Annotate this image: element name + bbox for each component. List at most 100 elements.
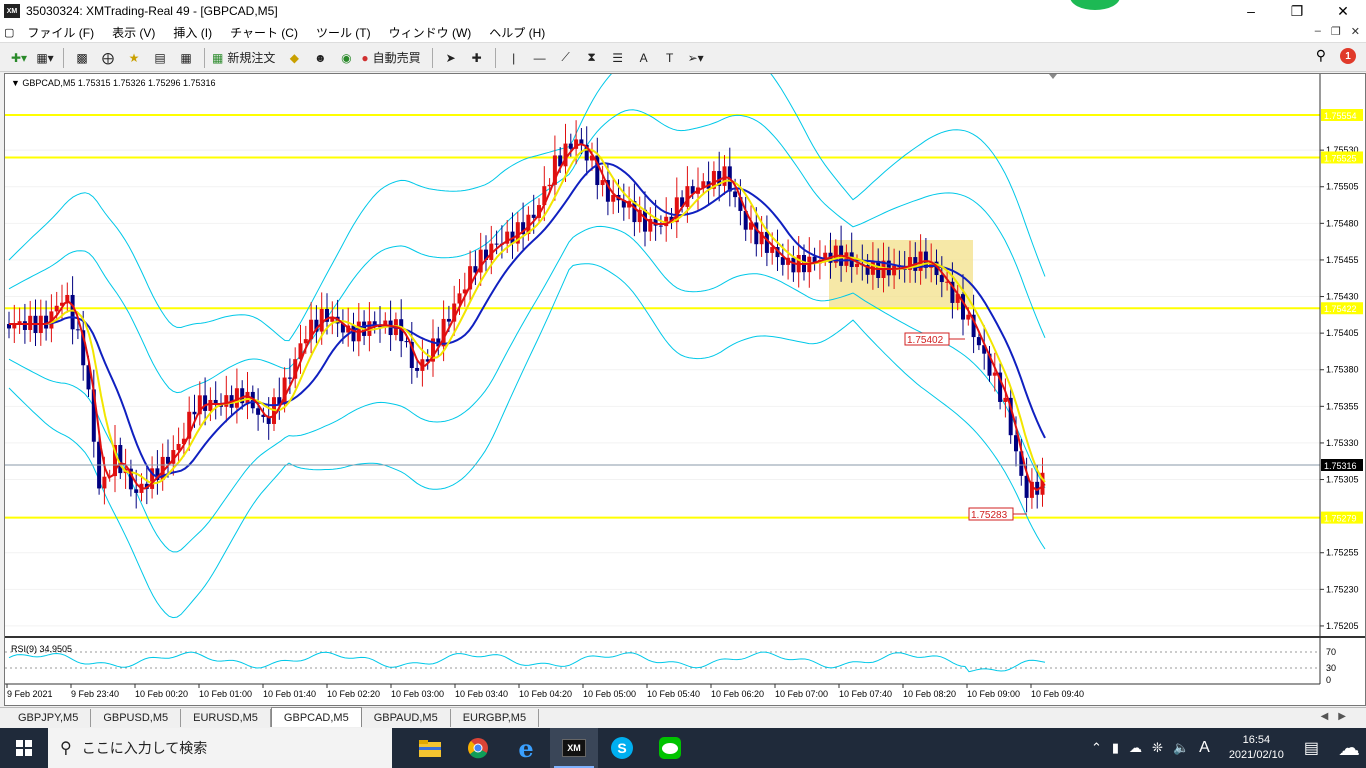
hline-tag-text: 1.75279	[1324, 514, 1357, 524]
text-label-icon[interactable]: T	[659, 47, 681, 69]
time-tick-label: 10 Feb 05:40	[647, 689, 700, 699]
taskbar-skype[interactable]: S	[598, 728, 646, 768]
folder-icon	[419, 740, 441, 757]
tab-gbpjpy[interactable]: GBPJPY,M5	[6, 709, 92, 727]
data-window-icon[interactable]: ⨁	[97, 47, 119, 69]
trendline-icon[interactable]: ⟋	[555, 47, 577, 69]
menu-file[interactable]: ファイル (F)	[18, 24, 103, 41]
chevron-up-icon[interactable]: ⌃	[1091, 740, 1102, 756]
menu-tools[interactable]: ツール (T)	[307, 24, 380, 41]
minimize-button[interactable]: –	[1228, 0, 1274, 22]
profiles-icon[interactable]: ▦▾	[34, 47, 56, 69]
weather-cloud-icon[interactable]: ☁	[1338, 735, 1360, 761]
price-tick-label: 1.75255	[1326, 548, 1359, 558]
close-button[interactable]: ✕	[1320, 0, 1366, 22]
menu-help[interactable]: ヘルプ (H)	[480, 24, 554, 41]
menu-window[interactable]: ウィンドウ (W)	[380, 24, 481, 41]
market-watch-icon[interactable]: ▩	[71, 47, 93, 69]
tab-scroll-right-icon[interactable]: ▶	[1338, 711, 1356, 722]
start-button[interactable]	[0, 728, 48, 768]
mdi-close-button[interactable]: ✕	[1351, 25, 1360, 38]
chart-shift-marker[interactable]	[1049, 74, 1057, 79]
candle-body	[791, 257, 796, 273]
clock-date: 2021/02/10	[1228, 749, 1284, 761]
xm-icon: XM	[562, 739, 586, 757]
taskbar-search[interactable]: ⚲ ここに入力して検索	[48, 728, 392, 768]
price-chart[interactable]: 1.75402 1.75283 1.755301.755051.754801.7…	[5, 74, 1365, 705]
battery-icon[interactable]: ▮	[1112, 740, 1119, 756]
experts-icon[interactable]: ☻	[309, 47, 331, 69]
chart-window[interactable]: ▼ GBPCAD,M5 1.75315 1.75326 1.75296 1.75…	[4, 73, 1366, 706]
symbol-info: ▼ GBPCAD,M5 1.75315 1.75326 1.75296 1.75…	[11, 78, 216, 88]
rsi-indicator	[5, 651, 1320, 673]
candle-body	[176, 443, 181, 451]
new-chart-icon[interactable]: ✚▾	[8, 47, 30, 69]
price-tick-label: 1.75230	[1326, 584, 1359, 594]
wifi-icon[interactable]: ❊	[1152, 740, 1163, 756]
candle-body	[22, 321, 27, 330]
metaeditor-icon[interactable]: ◆	[283, 47, 305, 69]
cursor-icon[interactable]: ➤	[440, 47, 462, 69]
price-tick-label: 1.75330	[1326, 438, 1359, 448]
horizontal-line-icon[interactable]: —	[529, 47, 551, 69]
taskbar-edge[interactable]: e	[502, 728, 550, 768]
navigator-icon[interactable]: ★	[123, 47, 145, 69]
toolbar-divider	[63, 47, 64, 68]
hline-tag-text: 1.75554	[1324, 111, 1357, 121]
vertical-line-icon[interactable]: |	[503, 47, 525, 69]
candle-body	[224, 395, 229, 407]
tester-icon[interactable]: ▦	[175, 47, 197, 69]
ime-indicator[interactable]: A	[1199, 739, 1210, 757]
title-bar: XM 35030324: XMTrading-Real 49 - [GBPCAD…	[0, 0, 1366, 22]
text-tool-icon[interactable]: A	[633, 47, 655, 69]
taskbar-mt4[interactable]: XM	[550, 728, 598, 768]
auto-trading-button[interactable]: ● 自動売買	[361, 47, 424, 69]
menu-chart[interactable]: チャート (C)	[221, 24, 307, 41]
candle-body	[54, 305, 59, 312]
menu-view[interactable]: 表示 (V)	[103, 24, 164, 41]
clock-time: 16:54	[1242, 734, 1271, 746]
signals-icon[interactable]: ◉	[335, 47, 357, 69]
taskbar-line[interactable]	[646, 728, 694, 768]
notification-center-icon[interactable]: ▤	[1304, 738, 1319, 758]
clock[interactable]: 16:54 2021/02/10	[1229, 733, 1284, 763]
arrows-icon[interactable]: ➢▾	[685, 47, 707, 69]
new-order-button[interactable]: ▦ 新規注文	[212, 47, 279, 69]
rsi-axis: 70 30 0	[1326, 647, 1336, 685]
notification-badge[interactable]: 1	[1340, 48, 1356, 64]
price-tick-label: 1.75455	[1326, 255, 1359, 265]
tab-gbpcad[interactable]: GBPCAD,M5	[270, 707, 362, 727]
tab-eurgbp[interactable]: EURGBP,M5	[451, 709, 540, 727]
taskbar-file-explorer[interactable]	[406, 728, 454, 768]
tab-gbpusd[interactable]: GBPUSD,M5	[91, 709, 182, 727]
candle-body	[844, 252, 849, 266]
onedrive-icon[interactable]: ☁	[1129, 740, 1142, 756]
volume-icon[interactable]: 🔈	[1173, 740, 1189, 756]
time-tick-label: 10 Feb 01:00	[199, 689, 252, 699]
menu-bar: ▢ ファイル (F) 表示 (V) 挿入 (I) チャート (C) ツール (T…	[0, 22, 1366, 43]
doc-icon[interactable]: ▢	[0, 26, 18, 39]
tab-scroll-left-icon[interactable]: ◀	[1321, 711, 1339, 722]
current-price-text: 1.75316	[1324, 461, 1357, 471]
candle-body	[118, 445, 123, 474]
terminal-icon[interactable]: ▤	[149, 47, 171, 69]
candle-body	[415, 367, 420, 371]
rsi-info: RSI(9) 34.9505	[11, 644, 73, 654]
tab-eurusd[interactable]: EURUSD,M5	[181, 709, 271, 727]
tab-gbpaud[interactable]: GBPAUD,M5	[362, 709, 451, 727]
channel-icon[interactable]: ⧗	[581, 47, 603, 69]
candle-body	[855, 263, 859, 267]
taskbar-chrome[interactable]	[454, 728, 502, 768]
line-icon	[659, 737, 681, 759]
menu-insert[interactable]: 挿入 (I)	[164, 24, 221, 41]
box-label-2-text: 1.75283	[971, 510, 1008, 521]
candle-body	[658, 225, 663, 227]
crosshair-icon[interactable]: ✚	[466, 47, 488, 69]
candle-body	[1014, 435, 1018, 452]
candle-body	[203, 395, 208, 411]
maximize-button[interactable]: ❐	[1274, 0, 1320, 22]
fibonacci-icon[interactable]: ☰	[607, 47, 629, 69]
search-icon[interactable]: ⚲	[1316, 47, 1326, 64]
mdi-restore-button[interactable]: ❐	[1331, 25, 1341, 38]
mdi-minimize-button[interactable]: –	[1315, 25, 1321, 38]
